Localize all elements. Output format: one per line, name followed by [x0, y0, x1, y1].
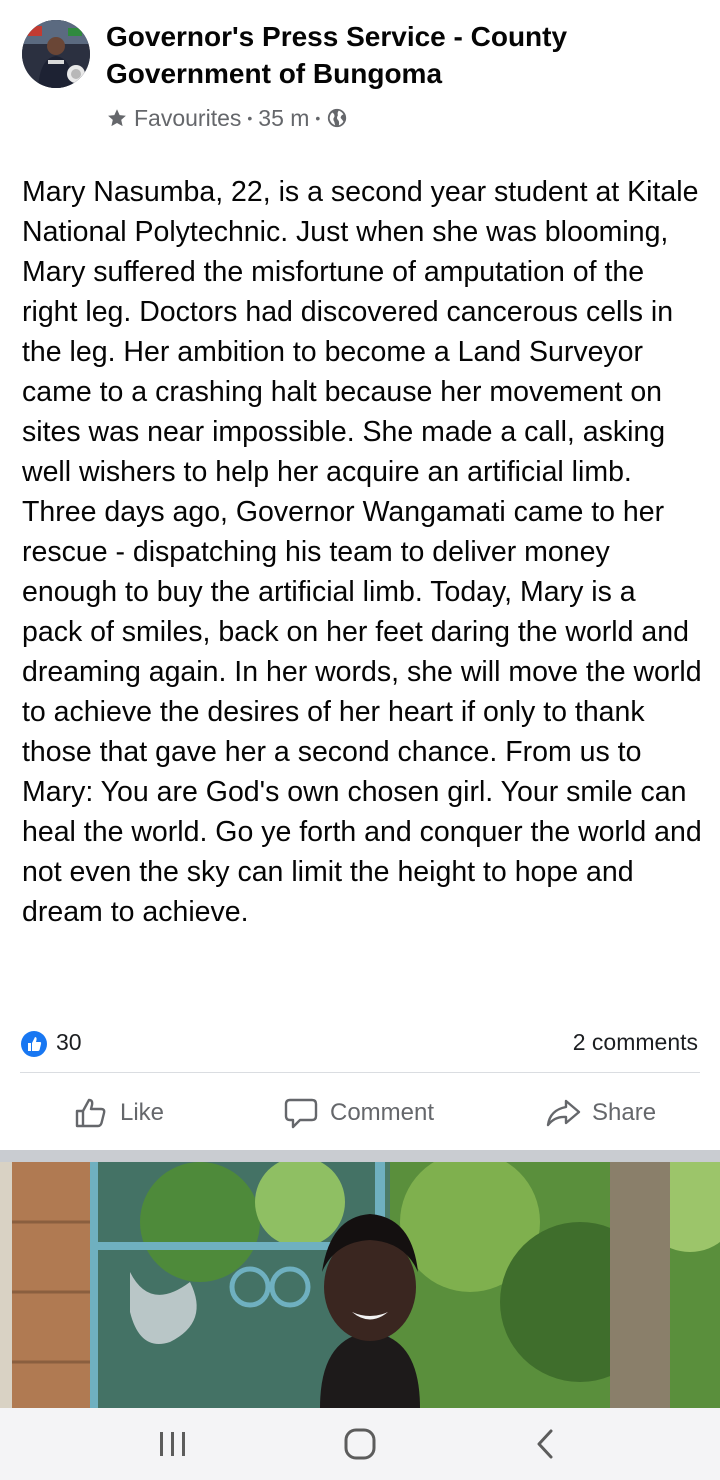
comment-button[interactable]: Comment [282, 1080, 434, 1146]
post-body-text: Mary Nasumba, 22, is a second year stude… [22, 176, 702, 928]
share-label: Share [592, 1099, 657, 1126]
meta-separator: • [247, 110, 253, 126]
share-button[interactable]: Share [544, 1080, 656, 1146]
meta-separator-2: • [315, 110, 321, 126]
star-icon [108, 109, 126, 127]
thumbs-up-icon [75, 1098, 106, 1128]
system-navigation-bar [0, 1408, 720, 1480]
globe-icon[interactable] [326, 107, 348, 129]
like-reaction-icon [21, 1031, 47, 1057]
like-label: Like [120, 1099, 165, 1126]
page-name[interactable]: Governor's Press Service - County Govern… [106, 18, 666, 92]
back-icon[interactable] [525, 1426, 565, 1462]
comment-label: Comment [330, 1099, 435, 1126]
like-button[interactable]: Like [72, 1080, 164, 1146]
post-time[interactable]: 35 m [258, 105, 309, 132]
post-meta: Favourites • 35 m • [106, 103, 348, 133]
divider [20, 1072, 700, 1073]
section-separator [0, 1150, 720, 1162]
home-icon[interactable] [340, 1426, 380, 1462]
recent-apps-icon[interactable] [153, 1426, 193, 1462]
comments-count[interactable]: 2 comments [573, 1029, 698, 1056]
post-header: Governor's Press Service - County Govern… [0, 0, 720, 150]
audience-label[interactable]: Favourites [134, 105, 241, 132]
post-actions-bar: Like Comment Share [0, 1080, 720, 1146]
post-photo[interactable] [0, 1162, 720, 1408]
share-arrow-icon [546, 1099, 581, 1127]
like-count[interactable]: 30 [56, 1029, 82, 1056]
comment-bubble-icon [284, 1098, 318, 1129]
page-avatar[interactable] [22, 20, 90, 88]
reactions-summary[interactable]: 30 2 comments [20, 1028, 700, 1062]
